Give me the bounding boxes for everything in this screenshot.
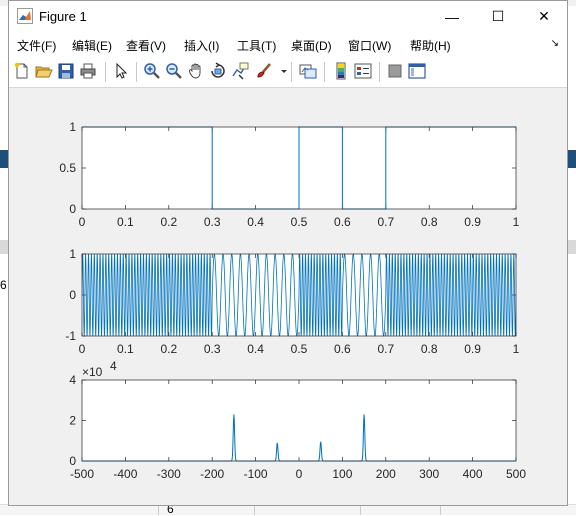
x-tick-label: 0 [296, 467, 303, 481]
zoom-out-icon[interactable] [165, 62, 183, 80]
x-tick-label: -400 [113, 467, 137, 481]
show-plot-tools-icon[interactable] [408, 62, 426, 80]
open-file-icon[interactable] [35, 62, 53, 80]
x-tick-label: -200 [200, 467, 224, 481]
y-exponent-value: 4 [110, 359, 117, 373]
x-tick-label: 0.9 [464, 215, 481, 229]
menu-help[interactable]: 帮助(H) [410, 37, 451, 54]
x-tick-label: 0.6 [334, 342, 351, 356]
x-tick-label: 0.3 [204, 215, 221, 229]
menu-expand-icon[interactable]: ↘ [551, 38, 559, 49]
x-tick-label: 0.4 [247, 342, 264, 356]
insert-legend-icon[interactable] [354, 62, 372, 80]
toolbar-separator [324, 62, 325, 82]
x-tick-label: 0.5 [291, 342, 308, 356]
x-tick-label: -300 [157, 467, 181, 481]
y-tick-label: 2 [69, 414, 76, 428]
menu-insert[interactable]: 插入(I) [184, 37, 219, 54]
y-tick-label: 0 [69, 454, 76, 468]
y-tick-label: 0 [69, 288, 76, 302]
x-tick-label: 0.7 [377, 215, 394, 229]
background-app-band [0, 240, 8, 254]
y-tick-label: 4 [69, 373, 76, 387]
new-figure-icon[interactable] [13, 62, 31, 80]
y-tick-label: 0 [69, 202, 76, 216]
background-app-band [568, 240, 576, 254]
axes-3-background [82, 380, 516, 461]
x-tick-label: 200 [376, 467, 396, 481]
figure-window: Figure 1 — ☐ ✕ 文件(F) 编辑(E) 查看(V) 插入(I) 工… [8, 0, 568, 506]
print-icon[interactable] [79, 62, 97, 80]
minimize-button[interactable]: — [429, 1, 475, 32]
menu-tools[interactable]: 工具(T) [237, 37, 276, 54]
x-tick-label: 1 [513, 215, 520, 229]
matlab-logo-icon [17, 8, 33, 24]
x-tick-label: 0.2 [160, 342, 177, 356]
x-tick-label: 100 [332, 467, 352, 481]
background-app-band [568, 150, 576, 168]
toolbar-separator [105, 62, 106, 82]
x-tick-label: 0.6 [334, 215, 351, 229]
menu-window[interactable]: 窗口(W) [348, 37, 391, 54]
close-button[interactable]: ✕ [521, 1, 567, 32]
x-tick-label: 300 [419, 467, 439, 481]
x-tick-label: 1 [513, 342, 520, 356]
x-tick-label: 0.8 [421, 215, 438, 229]
menu-file[interactable]: 文件(F) [17, 37, 56, 54]
background-app-band [0, 150, 8, 168]
toolbar-separator [291, 62, 292, 82]
title-bar[interactable]: Figure 1 — ☐ ✕ [9, 1, 567, 32]
window-title: Figure 1 [39, 9, 87, 24]
menu-desktop[interactable]: 桌面(D) [291, 37, 332, 54]
x-tick-label: -100 [244, 467, 268, 481]
rotate-3d-icon[interactable] [209, 62, 227, 80]
x-tick-label: 500 [506, 467, 526, 481]
x-tick-label: 0 [79, 342, 86, 356]
y-tick-label: -1 [65, 329, 76, 343]
x-tick-label: 0.3 [204, 342, 221, 356]
y-tick-label: 0.5 [59, 161, 76, 175]
menu-view[interactable]: 查看(V) [126, 37, 166, 54]
x-tick-label: 0.9 [464, 342, 481, 356]
x-tick-label: 0 [79, 215, 86, 229]
pan-hand-icon[interactable] [187, 62, 205, 80]
x-tick-label: -500 [70, 467, 94, 481]
figure-toolbar [9, 56, 567, 88]
brush-dropdown-icon[interactable] [275, 62, 287, 80]
y-exponent-label: ×10 [82, 365, 103, 379]
figure-axes-canvas: 0 0.1 0.2 0.3 0.4 0.5 0.6 0.7 0.8 0.9 1 0 0.5 1 0 0.1 0.… [59, 120, 526, 481]
x-tick-label: 0.7 [377, 342, 394, 356]
y-tick-label: 1 [69, 247, 76, 261]
toolbar-separator [379, 62, 380, 82]
link-plot-icon[interactable] [299, 62, 317, 80]
plot-area: 0 0.1 0.2 0.3 0.4 0.5 0.6 0.7 0.8 0.9 1 0 0.5 1 0 0.1 0.… [9, 88, 567, 505]
edit-plot-arrow-icon[interactable] [112, 62, 130, 80]
maximize-button[interactable]: ☐ [475, 1, 521, 32]
x-tick-label: 0.8 [421, 342, 438, 356]
save-icon[interactable] [57, 62, 75, 80]
brush-icon[interactable] [255, 62, 273, 80]
x-tick-label: 0.1 [117, 215, 134, 229]
menu-edit[interactable]: 编辑(E) [72, 37, 112, 54]
toolbar-separator [136, 62, 137, 82]
y-tick-label: 1 [69, 120, 76, 134]
x-tick-label: 400 [463, 467, 483, 481]
x-tick-label: 0.1 [117, 342, 134, 356]
x-tick-label: 0.4 [247, 215, 264, 229]
x-tick-label: 0.5 [291, 215, 308, 229]
menu-bar: 文件(F) 编辑(E) 查看(V) 插入(I) 工具(T) 桌面(D) 窗口(W… [9, 32, 567, 56]
zoom-in-icon[interactable] [143, 62, 161, 80]
hide-plot-tools-icon[interactable] [386, 62, 404, 80]
data-cursor-icon[interactable] [231, 62, 249, 80]
background-cell-text: 6 [0, 278, 7, 292]
insert-colorbar-icon[interactable] [332, 62, 350, 80]
x-tick-label: 0.2 [160, 215, 177, 229]
